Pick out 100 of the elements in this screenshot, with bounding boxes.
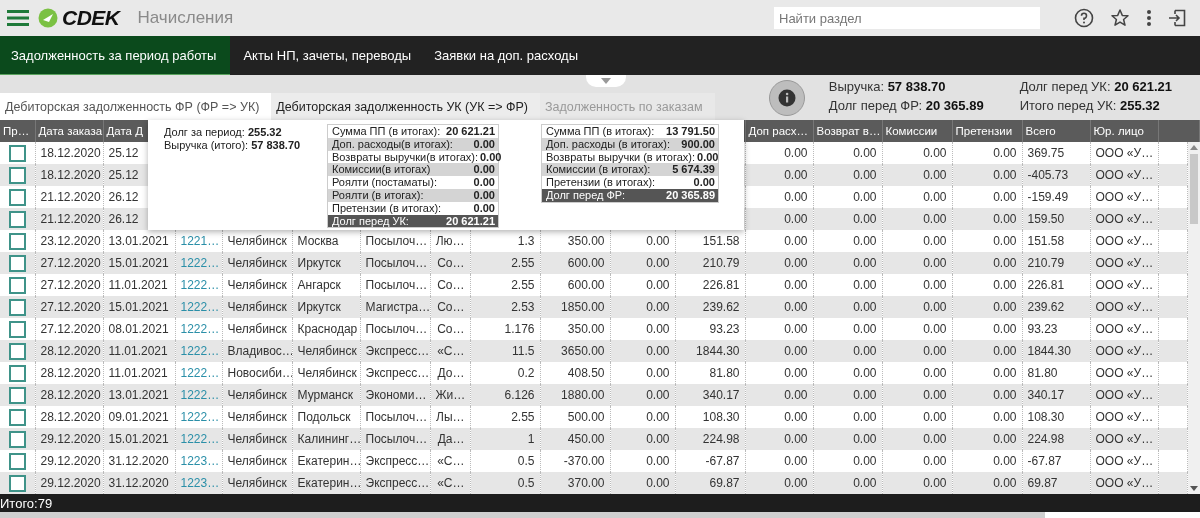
checkbox[interactable] [8,144,26,162]
table-cell: Челябинск [222,384,292,406]
checkbox[interactable] [8,188,26,206]
caret-icon [601,78,611,84]
table-cell: 239.62 [675,296,745,318]
table-cell: 15.01.2021 [103,252,175,274]
more-icon[interactable] [1146,9,1152,27]
checkbox[interactable] [8,342,26,360]
table-cell: 1880.00 [540,384,610,406]
table-cell: Иркутск [292,296,360,318]
totals-label: Комиссии (в итогах): [546,163,651,177]
table-cell: 0.00 [813,340,882,362]
checkbox[interactable] [8,474,26,492]
totals-label: Роялти (постаматы): [332,176,437,189]
menu-icon[interactable] [7,10,29,26]
info-button[interactable] [768,79,805,116]
sub-tab[interactable]: Дебиторская задолженность ФР (ФР => УК) [0,93,272,120]
checkbox[interactable] [8,320,26,338]
checkbox[interactable] [8,430,26,448]
checkbox[interactable] [8,364,26,382]
table-cell: Магистра… [360,296,430,318]
totals-label: Доп. расходы(в итогах): [332,137,453,151]
scroll-thumb[interactable] [1190,154,1198,224]
table-cell: 0.00 [952,472,1022,494]
nav-tab[interactable]: Заявки на доп. расходы [423,36,591,75]
table-cell: 69.87 [1022,472,1090,494]
table-cell: 1850.00 [540,296,610,318]
table-cell: -405.73 [1022,164,1090,186]
table-cell: ООО «У… [1090,164,1158,186]
table-cell: 0.00 [813,296,882,318]
table-cell: 0.00 [610,472,675,494]
checkbox[interactable] [8,298,26,316]
vertical-scrollbar[interactable] [1188,142,1200,494]
table-cell: 15.01.2021 [103,428,175,450]
sub-tab[interactable]: Дебиторская задолженность УК (УК => ФР) [271,93,541,120]
info-icon [777,88,796,107]
totals-value: 0.00 [473,163,495,177]
order-link[interactable]: 1221… [180,234,220,248]
column-header[interactable]: Возврат в… [813,120,882,142]
nav-tab[interactable]: Акты НП, зачеты, переводы [232,36,424,75]
table-cell: Жи… [430,384,470,406]
column-header[interactable]: Претензии [952,120,1022,142]
column-header[interactable]: Дата заказа [35,120,103,142]
nav-tab[interactable]: Задолженность за период работы [0,36,231,75]
table-cell: 0.00 [952,296,1022,318]
table-cell: ООО «У… [1090,208,1158,230]
scroll-down-icon[interactable] [1190,486,1198,491]
checkbox[interactable] [8,408,26,426]
table-cell: 0.00 [882,296,952,318]
table-cell: 0.00 [813,164,882,186]
table-cell: 0.00 [745,472,813,494]
column-header[interactable]: Юр. лицо [1090,120,1158,142]
totals-label: Долг перед ФР: [546,189,625,202]
table-cell: 0.00 [952,340,1022,362]
checkbox[interactable] [8,232,26,250]
summary-text: Итого перед УК: 255.32 [1019,97,1161,115]
summary-text: Выручка: 57 838.70 [828,78,947,96]
table-cell: 29.12.2020 [35,428,103,450]
table-cell: 0.00 [813,384,882,406]
table-cell: 0.00 [745,384,813,406]
totals-value: 0.00 [693,176,715,189]
table-cell: Экспресс… [360,340,430,362]
table-cell: 370.00 [540,472,610,494]
help-icon[interactable] [1074,8,1094,28]
column-header[interactable]: Доп расх… [745,120,813,142]
column-header[interactable]: Комиссии [882,120,952,142]
collapse-handle[interactable] [586,75,626,87]
star-icon[interactable] [1110,8,1130,28]
table-cell: 0.00 [813,428,882,450]
table-cell: 0.00 [882,164,952,186]
checkbox[interactable] [8,254,26,272]
checkbox[interactable] [8,210,26,228]
table-cell: Со… [430,296,470,318]
page-title: Начисления [137,8,234,28]
table-cell: Экономи… [360,384,430,406]
table-cell: 0.00 [952,164,1022,186]
column-header[interactable]: Пр… [0,120,35,142]
table-cell: ООО «У… [1090,428,1158,450]
checkbox[interactable] [8,452,26,470]
table-cell: 0.00 [610,384,675,406]
table-cell: 0.00 [610,296,675,318]
order-link[interactable]: 1222… [180,278,220,292]
table-cell: 600.00 [540,252,610,274]
table-cell: Посылоч… [360,428,430,450]
table-cell: 28.12.2020 [35,384,103,406]
logo-icon [38,8,58,28]
checkbox[interactable] [8,386,26,404]
order-link[interactable]: 1223… [180,454,220,468]
table-cell: 0.00 [610,428,675,450]
totals-value: 13 791.50 [666,125,715,138]
logout-icon[interactable] [1168,9,1186,27]
order-link[interactable]: 1222… [180,322,220,336]
order-link[interactable]: 1222… [180,410,220,424]
table-cell: 0.5 [470,472,540,494]
checkbox[interactable] [8,276,26,294]
order-link[interactable]: 1222… [180,366,220,380]
column-header[interactable]: Всего [1022,120,1090,142]
search-field[interactable]: Найти раздел [774,7,1040,29]
scroll-up-icon[interactable] [1190,145,1198,150]
checkbox[interactable] [8,166,26,184]
